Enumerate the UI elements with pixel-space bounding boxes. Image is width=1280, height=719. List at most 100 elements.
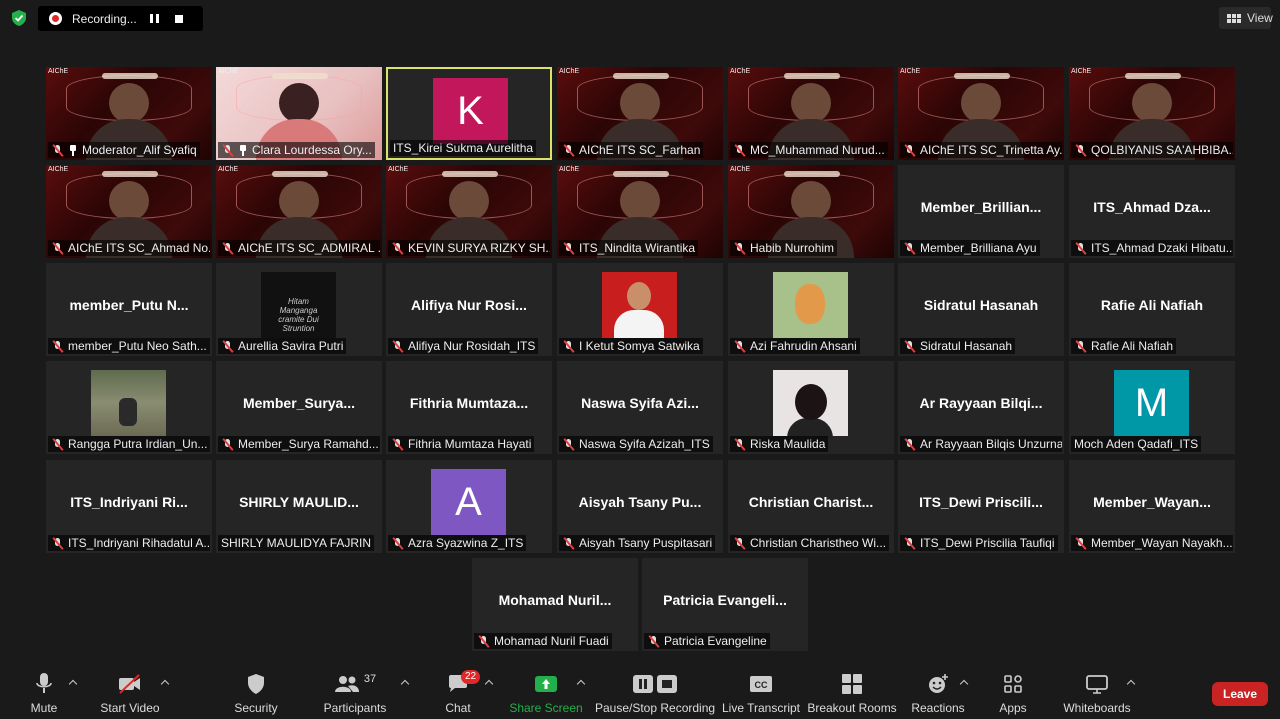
participant-display-name: Mohamad Nuril... — [498, 592, 612, 608]
participant-tile[interactable]: Member_Brillian... Member_Brilliana Ayu — [898, 165, 1064, 258]
participant-tile[interactable]: Azi Fahrudin Ahsani — [728, 263, 894, 356]
share-screen-button[interactable]: Share Screen — [509, 663, 583, 719]
participant-tile[interactable]: AIChE MC_Muhammad Nurud... — [728, 67, 894, 160]
participant-name: Aisyah Tsany Puspitasari — [579, 536, 713, 550]
live-transcript-label: Live Transcript — [721, 701, 801, 715]
participant-name-label: Alifiya Nur Rosidah_ITS — [388, 338, 539, 354]
participant-tile[interactable]: AIChE ITS_Nindita Wirantika — [557, 165, 723, 258]
participants-count: 37 — [363, 673, 377, 685]
participant-tile[interactable]: Rangga Putra Irdian_Un... — [46, 361, 212, 454]
muted-mic-icon — [391, 438, 404, 451]
participant-tile[interactable]: I Ketut Somya Satwika — [557, 263, 723, 356]
participant-name-label: Mohamad Nuril Fuadi — [474, 633, 612, 649]
participant-tile[interactable]: Christian Charist... Christian Charistheo… — [728, 460, 894, 553]
participant-tile[interactable]: M Moch Aden Qadafi_ITS — [1069, 361, 1235, 454]
participant-name-label: Christian Charistheo Wi... — [730, 535, 890, 551]
participant-name: Ar Rayyaan Bilqis Unzurna — [920, 437, 1062, 451]
muted-mic-icon — [562, 144, 575, 157]
participant-tile[interactable]: ITS_Ahmad Dza... ITS_Ahmad Dzaki Hibatu..… — [1069, 165, 1235, 258]
participant-name: QOLBIYANIS SA'AHBIBA... — [1091, 143, 1233, 157]
participant-name-label: Aisyah Tsany Puspitasari — [559, 535, 716, 551]
participant-tile[interactable]: A Azra Syazwina Z_ITS — [386, 460, 552, 553]
participant-tile[interactable]: Sidratul Hasanah Sidratul Hasanah — [898, 263, 1064, 356]
participant-display-name: ITS_Indriyani Ri... — [70, 494, 188, 510]
muted-mic-icon — [1074, 242, 1087, 255]
participants-options-caret[interactable] — [400, 679, 410, 689]
participants-icon — [334, 676, 359, 692]
participant-tile[interactable]: AIChE AIChE ITS SC_Farhan — [557, 67, 723, 160]
microphone-icon — [34, 671, 54, 697]
participant-tile[interactable]: AIChE AIChE ITS SC_Ahmad No... — [46, 165, 212, 258]
pause-recording-icon[interactable] — [150, 14, 159, 23]
pause-stop-recording-button[interactable]: Pause/Stop Recording — [595, 663, 715, 719]
participant-tile[interactable]: Member_Surya... Member_Surya Ramahd... — [216, 361, 382, 454]
chat-options-caret[interactable] — [484, 679, 494, 689]
stop-recording-icon[interactable] — [175, 14, 183, 23]
reactions-button[interactable]: Reactions — [911, 663, 965, 719]
participant-tile[interactable]: Hitam Manganga cramite Dui Struntion Aure… — [216, 263, 382, 356]
grid-view-icon — [1227, 13, 1241, 23]
muted-mic-icon — [903, 144, 916, 157]
security-button[interactable]: Security — [232, 663, 280, 719]
muted-mic-icon — [733, 438, 746, 451]
participant-name: AIChE ITS SC_Trinetta Ay... — [920, 143, 1062, 157]
participant-tile[interactable]: ITS_Dewi Priscili... ITS_Dewi Priscilia T… — [898, 460, 1064, 553]
participant-tile[interactable]: AIChE Habib Nurrohim — [728, 165, 894, 258]
start-video-button[interactable]: Start Video — [98, 663, 162, 719]
participant-name-label: AIChE ITS SC_ADMIRAL ... — [218, 240, 380, 256]
participant-tile[interactable]: K ITS_Kirei Sukma Aurelitha — [386, 67, 552, 160]
participant-tile[interactable]: AIChE Moderator_Alif Syafiq — [46, 67, 212, 160]
participant-name: I Ketut Somya Satwika — [579, 339, 700, 353]
participant-name-label: MC_Muhammad Nurud... — [730, 142, 888, 158]
view-button[interactable]: View — [1219, 7, 1273, 29]
shield-icon[interactable] — [10, 9, 28, 27]
participant-name: Rafie Ali Nafiah — [1091, 339, 1174, 353]
participant-tile[interactable]: Naswa Syifa Azi... Naswa Syifa Azizah_ITS — [557, 361, 723, 454]
participant-tile[interactable]: Ar Rayyaan Bilqi... Ar Rayyaan Bilqis Unz… — [898, 361, 1064, 454]
participant-tile[interactable]: ITS_Indriyani Ri... ITS_Indriyani Rihadat… — [46, 460, 212, 553]
breakout-rooms-button[interactable]: Breakout Rooms — [807, 663, 897, 719]
live-transcript-button[interactable]: CC Live Transcript — [721, 663, 801, 719]
participant-tile[interactable]: Member_Wayan... Member_Wayan Nayakh... — [1069, 460, 1235, 553]
audio-options-caret[interactable] — [68, 679, 78, 689]
muted-mic-icon — [733, 537, 746, 550]
leave-button[interactable]: Leave — [1212, 682, 1268, 706]
apps-button[interactable]: Apps — [996, 663, 1030, 719]
participant-name: Christian Charistheo Wi... — [750, 536, 887, 550]
participant-tile[interactable]: Alifiya Nur Rosi... Alifiya Nur Rosidah_I… — [386, 263, 552, 356]
participant-tile[interactable]: Mohamad Nuril... Mohamad Nuril Fuadi — [472, 558, 638, 651]
muted-mic-icon — [221, 340, 234, 353]
participant-tile[interactable]: AIChE AIChE ITS SC_Trinetta Ay... — [898, 67, 1064, 160]
whiteboards-button[interactable]: Whiteboards — [1062, 663, 1132, 719]
participants-button[interactable]: 37 Participants — [324, 663, 387, 719]
muted-mic-icon — [51, 242, 64, 255]
video-options-caret[interactable] — [160, 679, 170, 689]
participant-tile[interactable]: Fithria Mumtaza... Fithria Mumtaza Hayati — [386, 361, 552, 454]
muted-mic-icon — [51, 438, 64, 451]
participant-name-label: Moderator_Alif Syafiq — [48, 142, 200, 158]
mute-label: Mute — [30, 701, 58, 715]
participant-tile[interactable]: SHIRLY MAULID... SHIRLY MAULIDYA FAJRIN — [216, 460, 382, 553]
participant-tile[interactable]: AIChE Clara Lourdessa Ory... — [216, 67, 382, 160]
participant-name-label: member_Putu Neo Sath... — [48, 338, 210, 354]
participant-tile[interactable]: Riska Maulida — [728, 361, 894, 454]
mute-button[interactable]: Mute — [24, 663, 64, 719]
participant-display-name: Aisyah Tsany Pu... — [578, 494, 702, 510]
participant-tile[interactable]: Patricia Evangeli... Patricia Evangeline — [642, 558, 808, 651]
participant-tile[interactable]: AIChE AIChE ITS SC_ADMIRAL ... — [216, 165, 382, 258]
participant-avatar: M — [1114, 370, 1189, 436]
muted-mic-icon — [391, 340, 404, 353]
muted-mic-icon — [391, 242, 404, 255]
participant-tile[interactable]: AIChE KEVIN SURYA RIZKY SH... — [386, 165, 552, 258]
participant-name-label: Rafie Ali Nafiah — [1071, 338, 1177, 354]
participant-name-label: AIChE ITS SC_Trinetta Ay... — [900, 142, 1062, 158]
breakout-rooms-icon — [841, 671, 863, 697]
participant-name: AIChE ITS SC_ADMIRAL ... — [238, 241, 380, 255]
participant-name-label: ITS_Nindita Wirantika — [559, 240, 699, 256]
participant-tile[interactable]: Rafie Ali Nafiah Rafie Ali Nafiah — [1069, 263, 1235, 356]
participant-tile[interactable]: member_Putu N... member_Putu Neo Sath... — [46, 263, 212, 356]
participant-photo: Hitam Manganga cramite Dui Struntion — [261, 272, 336, 338]
participant-tile[interactable]: Aisyah Tsany Pu... Aisyah Tsany Puspitasa… — [557, 460, 723, 553]
participant-tile[interactable]: AIChE QOLBIYANIS SA'AHBIBA... — [1069, 67, 1235, 160]
participant-name-label: Fithria Mumtaza Hayati — [388, 436, 535, 452]
